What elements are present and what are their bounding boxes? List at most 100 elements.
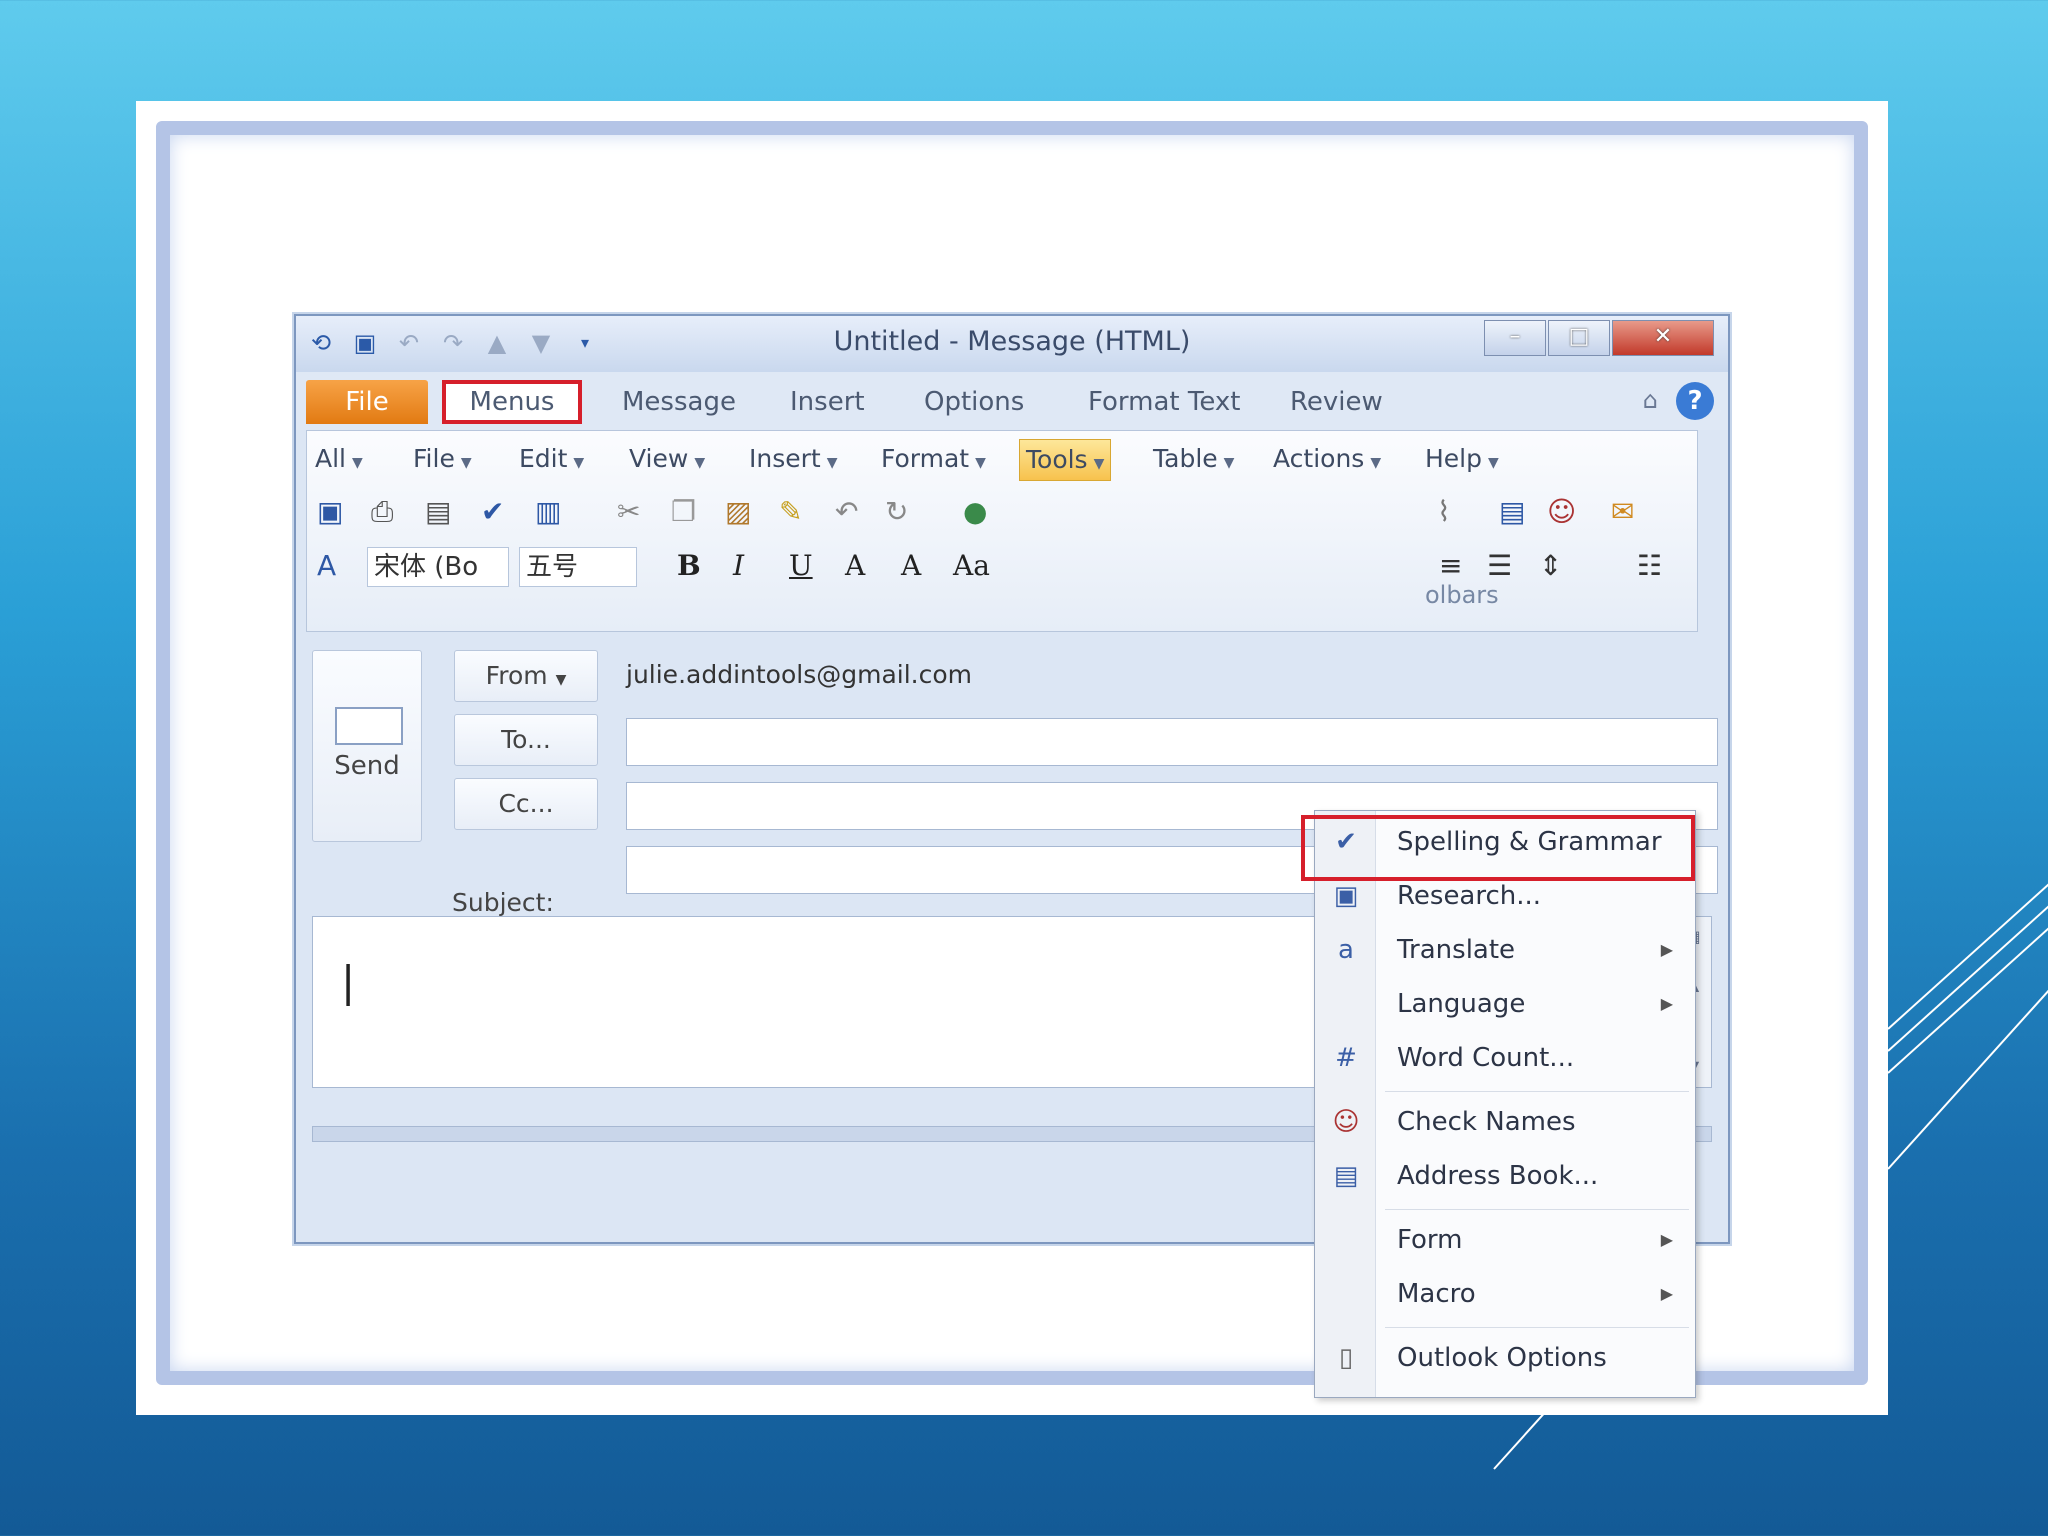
bold-button[interactable]: B xyxy=(677,543,701,589)
menu-item-label: Word Count... xyxy=(1397,1043,1575,1073)
save-icon[interactable]: ▣ xyxy=(317,489,343,535)
format-painter-icon[interactable]: ✎ xyxy=(779,489,802,535)
ribbon-tabs: File Menus Message Insert Options Format… xyxy=(296,372,1728,430)
menu-item-outlook-options[interactable]: ▯ Outlook Options xyxy=(1315,1333,1695,1383)
styles-icon[interactable]: A xyxy=(317,543,336,589)
minimize-button[interactable]: – xyxy=(1484,320,1546,356)
from-button[interactable]: From ▼ xyxy=(454,650,598,702)
menu-view[interactable]: View ▼ xyxy=(629,439,705,479)
chevron-down-icon: ▼ xyxy=(1488,455,1499,471)
menu-separator xyxy=(1385,1209,1689,1210)
menu-table[interactable]: Table ▼ xyxy=(1153,439,1234,479)
menu-item-word-count[interactable]: # Word Count... xyxy=(1315,1033,1695,1083)
submenu-arrow-icon: ▶ xyxy=(1660,940,1673,959)
menu-edit[interactable]: Edit ▼ xyxy=(519,439,584,479)
chevron-down-icon: ▼ xyxy=(352,455,363,471)
tools-dropdown-menu: ✔ Spelling & Grammar ▣ Research... a Tra… xyxy=(1301,810,1696,1398)
check-names-icon: ☺ xyxy=(1332,1107,1360,1137)
underline-button[interactable]: U xyxy=(789,543,813,589)
menu-item-language[interactable]: Language ▶ xyxy=(1315,979,1695,1029)
menu-edit-label: Edit xyxy=(519,444,568,473)
menu-view-label: View xyxy=(629,444,689,473)
print-icon[interactable]: ⎙ xyxy=(371,489,393,535)
decorative-line xyxy=(1887,854,2048,1030)
italic-button[interactable]: I xyxy=(733,543,744,589)
chevron-down-icon: ▼ xyxy=(1223,455,1235,471)
menu-item-spelling-grammar[interactable]: ✔ Spelling & Grammar xyxy=(1301,815,1695,881)
font-name-select[interactable]: 宋体 (Bo xyxy=(367,547,509,587)
spelling-icon[interactable]: ✔ xyxy=(481,489,504,535)
change-case-button[interactable]: Aa xyxy=(953,543,990,589)
menu-all-label: All xyxy=(315,444,346,473)
window-controls: – □ ✕ xyxy=(1484,320,1714,356)
chevron-down-icon: ▼ xyxy=(1093,456,1105,472)
menu-item-research[interactable]: ▣ Research... xyxy=(1315,871,1695,921)
cc-button[interactable]: Cc... xyxy=(454,778,598,830)
menu-item-label: Outlook Options xyxy=(1397,1343,1607,1373)
minimize-ribbon-icon[interactable]: ⌂ xyxy=(1643,386,1658,414)
cut-icon[interactable]: ✂ xyxy=(617,489,640,535)
chevron-down-icon: ▼ xyxy=(1370,455,1382,471)
menu-item-label: Language xyxy=(1397,989,1526,1019)
from-address: julie.addintools@gmail.com xyxy=(626,660,972,689)
menu-all[interactable]: All ▼ xyxy=(315,439,363,479)
menu-item-check-names[interactable]: ☺ Check Names xyxy=(1315,1097,1695,1147)
menu-item-macro[interactable]: Macro ▶ xyxy=(1315,1269,1695,1319)
menu-actions[interactable]: Actions ▼ xyxy=(1273,439,1381,479)
menu-item-address-book[interactable]: ▤ Address Book... xyxy=(1315,1151,1695,1201)
tab-message[interactable]: Message xyxy=(622,380,736,424)
decorative-line xyxy=(1887,960,2048,1170)
address-book-icon[interactable]: ▤ xyxy=(1499,489,1525,535)
tab-insert[interactable]: Insert xyxy=(790,380,865,424)
menu-format[interactable]: Format ▼ xyxy=(881,439,986,479)
font-color-button[interactable]: A xyxy=(901,543,921,589)
redo-icon[interactable]: ↻ xyxy=(885,489,908,535)
globe-icon[interactable]: ● xyxy=(963,489,987,535)
menu-file-label: File xyxy=(413,444,455,473)
numbering-icon[interactable]: ☷ xyxy=(1637,543,1662,589)
copy-icon[interactable]: ❐ xyxy=(671,489,696,535)
chevron-down-icon: ▼ xyxy=(975,455,986,471)
menu-file[interactable]: File ▼ xyxy=(413,439,472,479)
menu-item-translate[interactable]: a Translate ▶ xyxy=(1315,925,1695,975)
menu-item-form[interactable]: Form ▶ xyxy=(1315,1215,1695,1265)
line-spacing-icon[interactable]: ⇕ xyxy=(1539,543,1562,589)
chevron-down-icon: ▼ xyxy=(555,672,567,688)
send-icon xyxy=(335,707,403,745)
close-button[interactable]: ✕ xyxy=(1612,320,1714,356)
to-button[interactable]: To... xyxy=(454,714,598,766)
tab-format-text[interactable]: Format Text xyxy=(1088,380,1240,424)
font-size-select[interactable]: 五号 xyxy=(519,547,637,587)
undo-icon[interactable]: ↶ xyxy=(835,489,858,535)
tab-review[interactable]: Review xyxy=(1290,380,1383,424)
spelling-icon: ✔ xyxy=(1335,827,1357,857)
check-names-icon[interactable]: ☺ xyxy=(1547,489,1576,535)
decorative-line xyxy=(1887,898,2048,1074)
menu-help[interactable]: Help ▼ xyxy=(1425,439,1499,479)
options-icon: ▯ xyxy=(1338,1343,1354,1373)
menu-insert[interactable]: Insert ▼ xyxy=(749,439,838,479)
word-count-icon: # xyxy=(1335,1043,1357,1073)
tab-options[interactable]: Options xyxy=(924,380,1024,424)
attach-icon[interactable]: ⌇ xyxy=(1437,489,1451,535)
decorative-line xyxy=(1887,876,2048,1052)
send-button[interactable]: Send xyxy=(312,650,422,842)
highlight-button[interactable]: A xyxy=(845,543,865,589)
text-cursor: | xyxy=(341,957,356,1006)
menu-item-label: Research... xyxy=(1397,881,1542,911)
tab-menus[interactable]: Menus xyxy=(442,380,582,424)
menu-separator xyxy=(1385,1327,1689,1328)
tab-file[interactable]: File xyxy=(306,380,428,424)
research-icon: ▣ xyxy=(1333,881,1359,911)
paste-icon[interactable]: ▨ xyxy=(725,489,751,535)
menu-tools[interactable]: Tools ▼ xyxy=(1019,439,1112,481)
chevron-down-icon: ▼ xyxy=(573,455,585,471)
follow-up-icon[interactable]: ✉ xyxy=(1611,489,1634,535)
menu-actions-label: Actions xyxy=(1273,444,1365,473)
research-icon[interactable]: ▥ xyxy=(535,489,561,535)
chevron-down-icon: ▼ xyxy=(460,455,472,471)
print-preview-icon[interactable]: ▤ xyxy=(425,489,451,535)
maximize-button[interactable]: □ xyxy=(1548,320,1610,356)
help-icon[interactable]: ? xyxy=(1676,382,1714,420)
to-field[interactable] xyxy=(626,718,1718,766)
